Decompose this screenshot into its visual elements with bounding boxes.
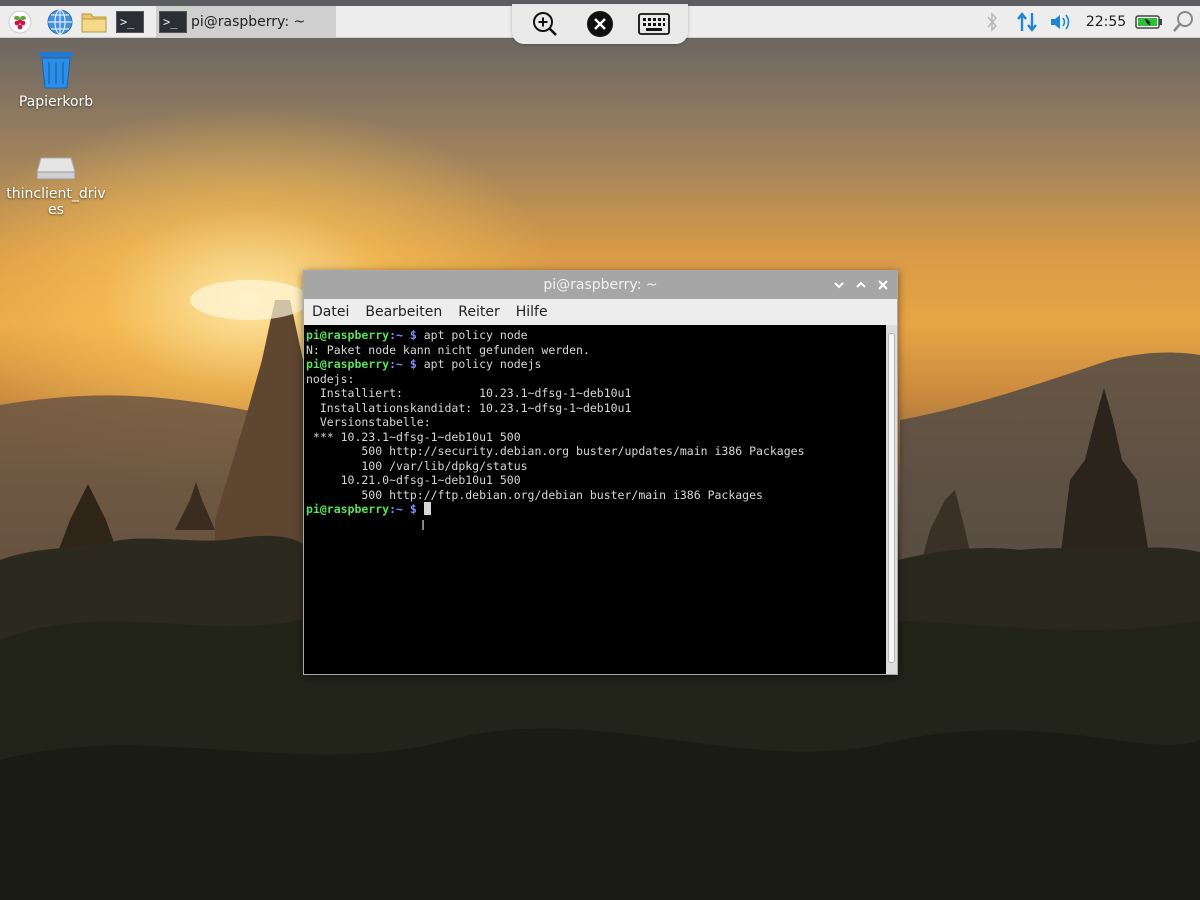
menu-hilfe[interactable]: Hilfe bbox=[516, 304, 548, 320]
terminal-glyph: >_ bbox=[116, 11, 144, 33]
volume-icon[interactable] bbox=[1048, 6, 1074, 38]
prompt-symbol: $ bbox=[402, 328, 424, 342]
close-icon[interactable] bbox=[873, 275, 893, 295]
terminal-window: pi@raspberry: ~ Datei Bearbeiten Reiter … bbox=[303, 270, 898, 675]
prompt-symbol: $ bbox=[402, 502, 424, 516]
menu-bar: Datei Bearbeiten Reiter Hilfe bbox=[304, 299, 897, 325]
terminal-icon: >_ bbox=[159, 11, 187, 33]
window-titlebar[interactable]: pi@raspberry: ~ bbox=[304, 271, 897, 299]
keyboard-icon[interactable] bbox=[636, 10, 672, 38]
battery-icon[interactable] bbox=[1134, 6, 1164, 38]
network-icon[interactable] bbox=[1014, 6, 1040, 38]
terminal-output-line: Installationskandidat: 10.23.1~dfsg-1~de… bbox=[306, 400, 632, 415]
terminal-output-line: N: Paket node kann nicht gefunden werden… bbox=[306, 342, 590, 357]
command-text: apt policy nodejs bbox=[423, 357, 542, 371]
taskbar-task-label: pi@raspberry: ~ bbox=[191, 14, 306, 30]
prompt-user: pi@raspberry bbox=[306, 328, 390, 342]
desktop-icon-trash[interactable]: Papierkorb bbox=[6, 50, 106, 110]
prompt-path: :~ bbox=[389, 357, 403, 371]
terminal-output-line: 100 /var/lib/dpkg/status bbox=[306, 458, 528, 473]
desktop-icon-drives[interactable]: thinclient_drives bbox=[6, 152, 106, 218]
maximize-icon[interactable] bbox=[851, 275, 871, 295]
terminal-command-line: pi@raspberry:~ $ apt policy nodejs bbox=[306, 357, 884, 372]
terminal-icon[interactable]: >_ bbox=[116, 9, 144, 35]
menu-bearbeiten[interactable]: Bearbeiten bbox=[365, 304, 442, 320]
remote-desktop-icon[interactable] bbox=[585, 10, 615, 38]
bluetooth-icon[interactable] bbox=[982, 6, 1002, 38]
trash-icon bbox=[6, 50, 106, 90]
clock[interactable]: 22:55 bbox=[1084, 6, 1128, 38]
file-manager-icon[interactable] bbox=[80, 9, 108, 35]
prompt-symbol: $ bbox=[402, 357, 424, 371]
window-title: pi@raspberry: ~ bbox=[543, 277, 658, 293]
raspberry-menu-icon[interactable] bbox=[6, 9, 34, 35]
terminal-output-line: nodejs: bbox=[306, 371, 355, 386]
terminal-command-line: pi@raspberry:~ $ apt policy node bbox=[306, 328, 884, 343]
taskbar-task-terminal[interactable]: >_ pi@raspberry: ~ bbox=[156, 6, 336, 38]
terminal-command-line: pi@raspberry:~ $ bbox=[306, 502, 884, 517]
menu-datei[interactable]: Datei bbox=[312, 304, 349, 320]
prompt-user: pi@raspberry bbox=[306, 357, 390, 371]
terminal-output-line: Installiert: 10.23.1~dfsg-1~deb10u1 bbox=[306, 386, 632, 400]
text-cursor bbox=[423, 502, 431, 515]
terminal-output[interactable]: pi@raspberry:~ $ apt policy node N: Paket… bbox=[304, 325, 886, 674]
command-text: apt policy node bbox=[423, 328, 528, 342]
mouse-ibeam-cursor: Ⅰ bbox=[421, 518, 426, 534]
desktop-icon-label: thinclient_drives bbox=[6, 186, 106, 218]
scrollbar[interactable] bbox=[886, 325, 897, 674]
drive-icon bbox=[6, 152, 106, 182]
prompt-path: :~ bbox=[389, 328, 403, 342]
terminal-output-line: Versionstabelle: bbox=[306, 415, 431, 429]
prompt-path: :~ bbox=[389, 502, 403, 516]
desktop-icon-label: Papierkorb bbox=[18, 94, 94, 110]
remote-toolbar bbox=[512, 4, 688, 44]
scrollbar-thumb[interactable] bbox=[888, 333, 895, 663]
terminal-output-line: *** 10.23.1~dfsg-1~deb10u1 500 bbox=[306, 429, 521, 444]
terminal-output-line: 500 http://security.debian.org buster/up… bbox=[306, 444, 805, 458]
prompt-user: pi@raspberry bbox=[306, 502, 390, 516]
terminal-output-line: 10.21.0~dfsg-1~deb10u1 500 bbox=[306, 473, 521, 487]
menu-reiter[interactable]: Reiter bbox=[458, 304, 499, 320]
terminal-output-line: 500 http://ftp.debian.org/debian buster/… bbox=[306, 487, 763, 502]
web-browser-icon[interactable] bbox=[46, 9, 74, 35]
search-icon[interactable] bbox=[1168, 6, 1198, 38]
minimize-icon[interactable] bbox=[829, 275, 849, 295]
zoom-in-icon[interactable] bbox=[530, 10, 560, 38]
